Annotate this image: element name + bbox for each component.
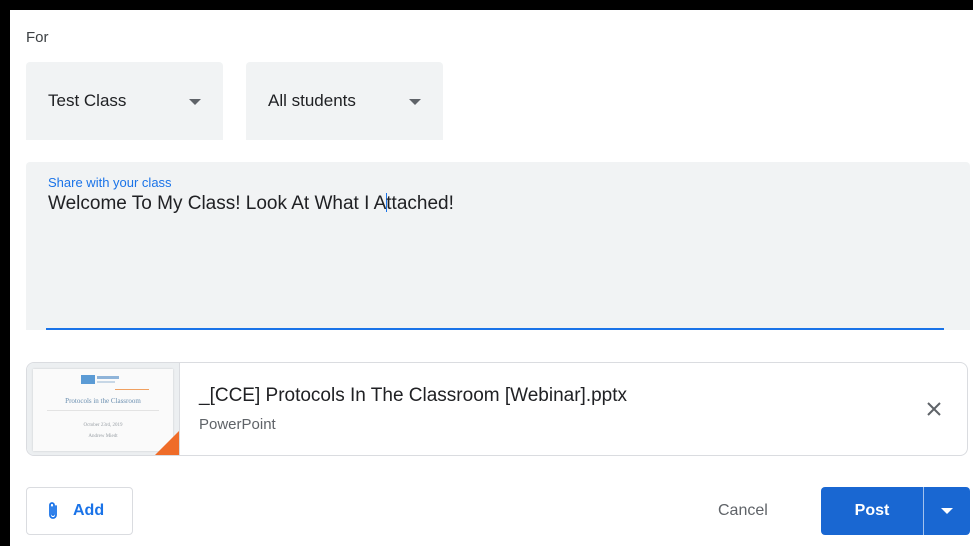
focus-underline (46, 328, 944, 330)
post-button-divider (923, 487, 924, 535)
students-select[interactable]: All students (246, 62, 443, 140)
remove-attachment-button[interactable] (919, 394, 949, 424)
post-composer: For Test Class All students Share with y… (10, 10, 973, 546)
slide-title: Protocols in the Classroom (65, 397, 141, 405)
slide-logo (81, 375, 95, 384)
attachment-file-type: PowerPoint (199, 416, 276, 433)
caret-down-icon (409, 99, 421, 105)
close-icon (927, 402, 941, 416)
slide-logo-text-bar (97, 376, 119, 379)
caret-down-icon (189, 99, 201, 105)
slide-accent-line (115, 389, 149, 390)
share-field-label: Share with your class (48, 175, 172, 190)
slide-preview: Protocols in the Classroom October 23rd,… (33, 369, 173, 451)
slide-logo-text-bar (97, 381, 115, 383)
attachment-file-name[interactable]: _[CCE] Protocols In The Classroom [Webin… (199, 385, 627, 407)
attachment-card[interactable]: Protocols in the Classroom October 23rd,… (26, 362, 968, 456)
caret-down-icon (941, 508, 953, 514)
class-select-value: Test Class (48, 91, 127, 110)
students-select-value: All students (268, 91, 356, 110)
slide-divider (47, 410, 159, 411)
cancel-button[interactable]: Cancel (718, 502, 768, 520)
paperclip-icon (49, 502, 57, 519)
post-options-button[interactable] (924, 487, 970, 535)
post-button-group: Post (821, 487, 970, 535)
share-text-before-cursor: Welcome To My Class! Look At What I A (48, 193, 387, 214)
add-attachment-button[interactable]: Add (26, 487, 133, 535)
powerpoint-corner-icon (153, 431, 179, 455)
post-button[interactable]: Post (821, 487, 923, 535)
share-text-after-cursor: ttached! (386, 193, 454, 214)
slide-date: October 23rd, 2019 (83, 423, 123, 428)
share-field-text[interactable]: Welcome To My Class! Look At What I Atta… (48, 193, 454, 215)
share-text-field[interactable]: Share with your class Welcome To My Clas… (26, 162, 970, 330)
for-label: For (26, 29, 49, 46)
add-button-label: Add (73, 502, 105, 519)
class-select[interactable]: Test Class (26, 62, 223, 140)
attachment-thumbnail[interactable]: Protocols in the Classroom October 23rd,… (27, 363, 180, 455)
slide-author: Andrew Miedt (88, 434, 118, 439)
